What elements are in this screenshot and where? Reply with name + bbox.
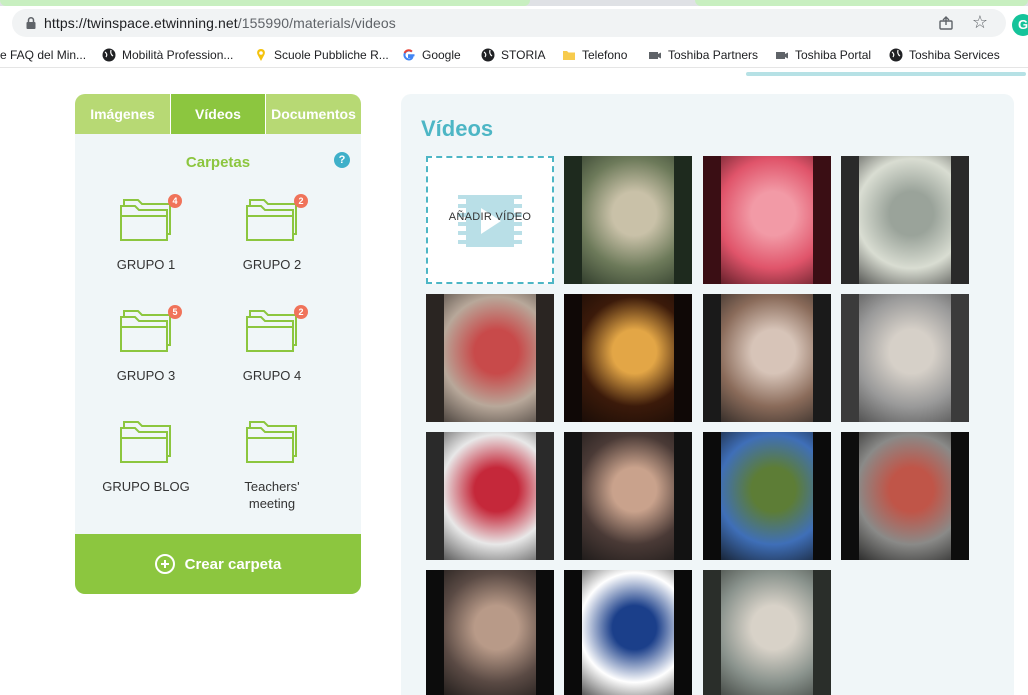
video-thumbnail[interactable]: [703, 294, 831, 422]
folder-count-badge: 2: [294, 194, 308, 208]
bookmark-label: Mobilità Profession...: [122, 48, 234, 62]
folder-icon: [246, 421, 297, 463]
video-thumbnail[interactable]: [841, 294, 969, 422]
folder-item[interactable]: Teachers' meeting: [217, 416, 327, 512]
video-thumbnail[interactable]: [703, 432, 831, 560]
tab-videos[interactable]: Vídeos: [170, 94, 265, 134]
address-bar: https://twinspace.etwinning.net/155990/m…: [0, 6, 1028, 40]
folder-name: GRUPO 3: [116, 368, 176, 383]
folder-count-badge: 2: [294, 305, 308, 319]
url-text: https://twinspace.etwinning.net/155990/m…: [44, 15, 396, 31]
video-thumbnail[interactable]: [703, 156, 831, 284]
folders-panel: Imágenes Vídeos Documentos Carpetas ? 4 G…: [75, 94, 361, 594]
bookmark-item[interactable]: e FAQ del Min...: [0, 46, 86, 64]
bookmark-item[interactable]: Toshiba Services: [889, 46, 1000, 64]
videos-panel: Vídeos AÑADIR VÍDEO: [401, 94, 1014, 695]
folder-icon: [246, 199, 297, 241]
url-field[interactable]: https://twinspace.etwinning.net/155990/m…: [12, 9, 1006, 37]
bookmark-item[interactable]: Toshiba Partners: [648, 46, 758, 64]
folder-item[interactable]: 5 GRUPO 3: [91, 305, 201, 384]
add-video-button[interactable]: AÑADIR VÍDEO: [426, 156, 554, 284]
folder-name: GRUPO 1: [116, 257, 176, 272]
video-thumbnail[interactable]: [426, 294, 554, 422]
video-thumbnail[interactable]: [703, 570, 831, 695]
bookmark-item[interactable]: Toshiba Portal: [775, 46, 871, 64]
globe-icon: [102, 48, 116, 62]
bookmark-label: Telefono: [582, 48, 628, 62]
folder-name: GRUPO BLOG: [102, 479, 190, 494]
toshiba-icon: [776, 52, 788, 59]
bookmark-label: Scuole Pubbliche R...: [274, 48, 389, 62]
folder-icon: [120, 310, 171, 352]
grammarly-extension-icon[interactable]: G: [1012, 14, 1028, 36]
bookmark-label: Toshiba Partners: [668, 48, 759, 62]
bookmark-item[interactable]: STORIA: [481, 46, 545, 64]
video-thumbnail[interactable]: [426, 432, 554, 560]
tab-documents[interactable]: Documentos: [265, 94, 361, 134]
folder-name: GRUPO 2: [242, 257, 302, 272]
folder-icon: [120, 199, 171, 241]
bookmark-label: e FAQ del Min...: [0, 48, 87, 62]
globe-icon: [481, 48, 495, 62]
bookmark-item[interactable]: Google: [402, 46, 461, 64]
video-thumbnail[interactable]: [841, 156, 969, 284]
folder-icon: [120, 421, 171, 463]
folder-name: Teachers' meeting: [244, 479, 300, 511]
bookmark-star-icon[interactable]: ☆: [972, 13, 988, 31]
folder-item[interactable]: 2 GRUPO 4: [217, 305, 327, 384]
help-icon[interactable]: ?: [334, 152, 350, 168]
folder-count-badge: 4: [168, 194, 182, 208]
folder-count-badge: 5: [168, 305, 182, 319]
toshiba-icon: [649, 52, 661, 59]
video-thumbnail[interactable]: [564, 156, 692, 284]
create-folder-label: Crear carpeta: [184, 555, 282, 573]
bookmark-label: Toshiba Services: [909, 48, 1000, 62]
add-video-label: AÑADIR VÍDEO: [448, 211, 532, 223]
folder-icon: [563, 51, 575, 60]
folder-item[interactable]: 4 GRUPO 1: [91, 194, 201, 273]
create-folder-button[interactable]: Crear carpeta: [75, 534, 361, 594]
video-thumbnail[interactable]: [426, 570, 554, 695]
folders-heading: Carpetas: [185, 154, 251, 171]
bookmark-label: STORIA: [501, 48, 546, 62]
media-tabs: Imágenes Vídeos Documentos: [75, 94, 361, 134]
videos-title: Vídeos: [421, 116, 494, 141]
bookmark-item[interactable]: Scuole Pubbliche R...: [254, 46, 389, 64]
tab-images[interactable]: Imágenes: [75, 94, 170, 134]
header-accent-bar: [746, 72, 1026, 76]
folder-name: GRUPO 4: [242, 368, 302, 383]
video-thumbnail[interactable]: [564, 570, 692, 695]
bookmark-label: Toshiba Portal: [795, 48, 872, 62]
bookmark-label: Google: [422, 48, 461, 62]
video-thumbnail[interactable]: [841, 432, 969, 560]
video-thumbnail[interactable]: [564, 294, 692, 422]
bookmark-item[interactable]: Telefono: [562, 46, 627, 64]
video-thumbnail[interactable]: [564, 432, 692, 560]
bookmark-item[interactable]: Mobilità Profession...: [102, 46, 233, 64]
folder-item[interactable]: 2 GRUPO 2: [217, 194, 327, 273]
share-icon[interactable]: [938, 15, 954, 31]
globe-icon: [889, 48, 903, 62]
folder-icon: [246, 310, 297, 352]
google-icon: [403, 49, 415, 61]
pin-icon: [257, 49, 265, 61]
lock-icon[interactable]: [24, 16, 38, 30]
plus-circle-icon: [154, 554, 175, 574]
bookmarks-bar: e FAQ del Min... Mobilità Profession... Sc…: [0, 42, 1028, 68]
folder-item[interactable]: GRUPO BLOG: [91, 416, 201, 495]
